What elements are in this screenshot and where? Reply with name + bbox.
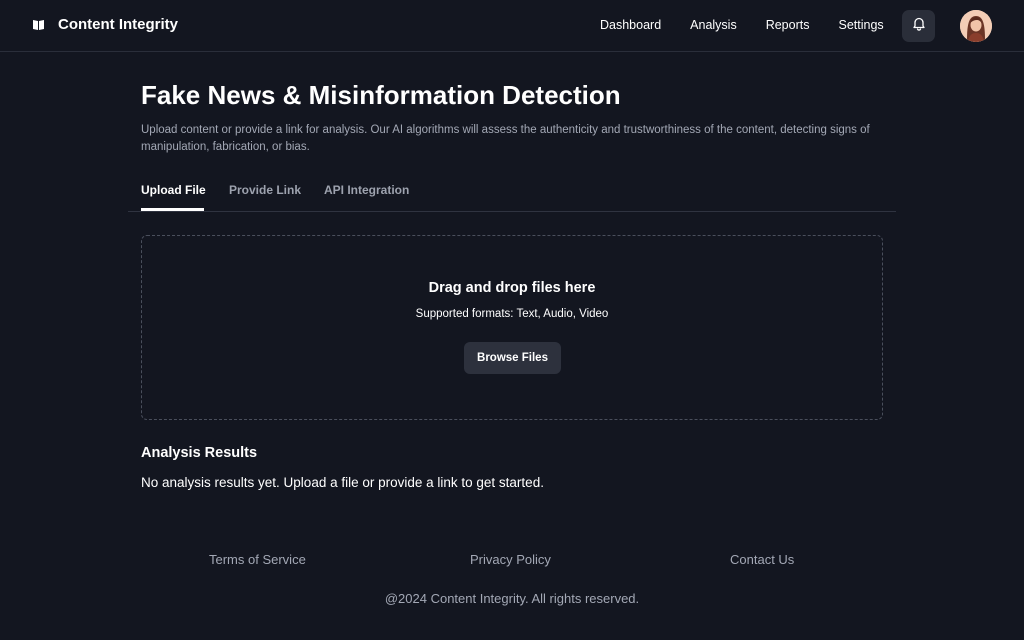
tab-upload-file[interactable]: Upload File xyxy=(141,183,206,197)
nav-settings[interactable]: Settings xyxy=(838,18,883,32)
page-title: Fake News & Misinformation Detection xyxy=(141,80,621,110)
brand-name: Content Integrity xyxy=(58,16,178,33)
footer-terms-link[interactable]: Terms of Service xyxy=(209,552,306,567)
book-icon xyxy=(32,18,45,31)
copyright: @2024 Content Integrity. All rights rese… xyxy=(384,591,640,606)
footer-contact-link[interactable]: Contact Us xyxy=(730,552,794,567)
brand[interactable]: Content Integrity xyxy=(32,16,178,33)
bell-icon xyxy=(912,16,926,36)
tab-api-integration[interactable]: API Integration xyxy=(324,183,409,197)
main-nav: Dashboard Analysis Reports Settings xyxy=(600,18,913,32)
results-title: Analysis Results xyxy=(141,445,258,461)
nav-analysis[interactable]: Analysis xyxy=(690,18,737,32)
tab-bar: Upload File Provide Link API Integration xyxy=(128,172,896,212)
active-tab-indicator xyxy=(141,208,204,211)
dropzone-title: Drag and drop files here xyxy=(428,280,596,296)
dropzone-formats: Supported formats: Text, Audio, Video xyxy=(415,308,609,320)
footer-privacy-link[interactable]: Privacy Policy xyxy=(470,552,551,567)
browse-files-button[interactable]: Browse Files xyxy=(464,342,561,374)
results-empty-message: No analysis results yet. Upload a file o… xyxy=(141,475,544,490)
file-dropzone[interactable]: Drag and drop files here Supported forma… xyxy=(141,235,883,420)
nav-reports[interactable]: Reports xyxy=(766,18,810,32)
notifications-button[interactable] xyxy=(902,10,935,42)
page-description: Upload content or provide a link for ana… xyxy=(141,124,870,153)
top-header: Content Integrity Dashboard Analysis Rep… xyxy=(0,0,1024,52)
user-avatar[interactable] xyxy=(960,10,992,42)
nav-dashboard[interactable]: Dashboard xyxy=(600,18,661,32)
tab-provide-link[interactable]: Provide Link xyxy=(229,183,301,197)
